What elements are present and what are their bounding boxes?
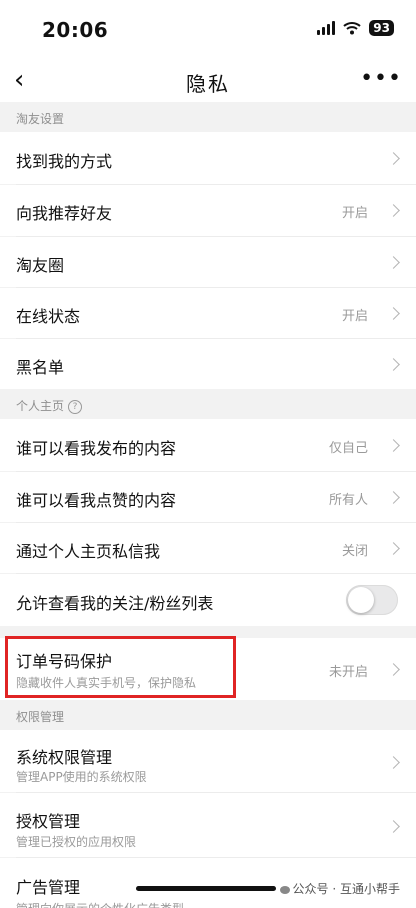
section-label-text: 个人主页 (16, 399, 65, 413)
row-blacklist[interactable]: 黑名单 (0, 339, 416, 389)
row-title: 黑名单 (16, 358, 65, 377)
home-indicator (136, 886, 276, 891)
section-label: 淘友设置 (16, 112, 65, 126)
page-title: 隐私 (186, 72, 230, 96)
section-label: 个人主页? (16, 397, 83, 414)
row-value: 关闭 (341, 544, 368, 559)
status-bar: 20:06 93 (0, 0, 416, 58)
wifi-icon (343, 22, 361, 35)
row-follow-list: 允许查看我的关注/粉丝列表 (0, 574, 416, 626)
battery-icon: 93 (369, 20, 394, 36)
row-value: 未开启 (328, 665, 368, 680)
chevron-right-icon (387, 256, 400, 269)
wechat-icon (279, 885, 290, 894)
row-title: 系统权限管理 (16, 748, 113, 767)
chevron-right-icon (387, 439, 400, 452)
section-header-friends: 淘友设置 (0, 102, 416, 132)
section-label: 权限管理 (16, 710, 65, 724)
chevron-right-icon (387, 663, 400, 676)
row-title: 淘友圈 (16, 256, 65, 275)
row-value: 开启 (341, 206, 368, 221)
signal-icon (317, 21, 336, 35)
more-icon[interactable]: ••• (360, 66, 402, 91)
chevron-right-icon (387, 307, 400, 320)
chevron-right-icon (387, 820, 400, 833)
row-circle[interactable]: 淘友圈 (0, 237, 416, 287)
row-title: 授权管理 (16, 812, 81, 831)
row-online-status[interactable]: 在线状态 开启 (0, 288, 416, 338)
section-header-permissions: 权限管理 (0, 700, 416, 730)
status-icons: 93 (317, 20, 394, 36)
row-value: 仅自己 (328, 441, 368, 456)
row-value: 开启 (341, 309, 368, 324)
section-header-profile: 个人主页? (0, 389, 416, 419)
row-recommend-friends[interactable]: 向我推荐好友 开启 (0, 185, 416, 236)
toggle-knob (348, 587, 374, 613)
row-value: 所有人 (328, 493, 368, 508)
row-posts-visibility[interactable]: 谁可以看我发布的内容 仅自己 (0, 419, 416, 471)
row-order-protection[interactable]: 订单号码保护 隐藏收件人真实手机号，保护隐私 未开启 (0, 638, 416, 700)
help-icon[interactable]: ? (68, 399, 83, 414)
row-likes-visibility[interactable]: 谁可以看我点赞的内容 所有人 (0, 472, 416, 522)
row-title: 找到我的方式 (16, 152, 113, 171)
row-system-permissions[interactable]: 系统权限管理 管理APP使用的系统权限 (0, 730, 416, 792)
row-title: 通过个人主页私信我 (16, 542, 161, 561)
row-title: 允许查看我的关注/粉丝列表 (16, 594, 214, 613)
status-time: 20:06 (42, 18, 109, 42)
nav-bar: ‹ 隐私 ••• (0, 58, 416, 102)
chevron-right-icon (387, 542, 400, 555)
row-subtitle: 管理已授权的应用权限 (16, 835, 137, 849)
row-subtitle: 管理向你展示的个性化广告类型 (16, 900, 184, 908)
row-subtitle: 管理APP使用的系统权限 (16, 770, 147, 784)
row-title: 广告管理 (16, 878, 81, 897)
chevron-right-icon (387, 358, 400, 371)
watermark-text: 公众号 · 互通小帮手 (292, 882, 400, 896)
chevron-right-icon (387, 204, 400, 217)
row-title: 在线状态 (16, 307, 81, 326)
row-profile-dm[interactable]: 通过个人主页私信我 关闭 (0, 523, 416, 573)
row-find-me[interactable]: 找到我的方式 (0, 132, 416, 184)
row-subtitle: 隐藏收件人真实手机号，保护隐私 (16, 676, 197, 690)
follow-list-toggle[interactable] (346, 585, 398, 615)
row-authorization[interactable]: 授权管理 管理已授权的应用权限 (0, 793, 416, 857)
row-title: 订单号码保护 (16, 652, 113, 671)
watermark: 公众号 · 互通小帮手 (275, 878, 404, 899)
row-title: 谁可以看我发布的内容 (16, 439, 177, 458)
chevron-right-icon (387, 152, 400, 165)
chevron-right-icon (387, 756, 400, 769)
row-title: 向我推荐好友 (16, 204, 113, 223)
row-title: 谁可以看我点赞的内容 (16, 491, 177, 510)
chevron-right-icon (387, 491, 400, 504)
